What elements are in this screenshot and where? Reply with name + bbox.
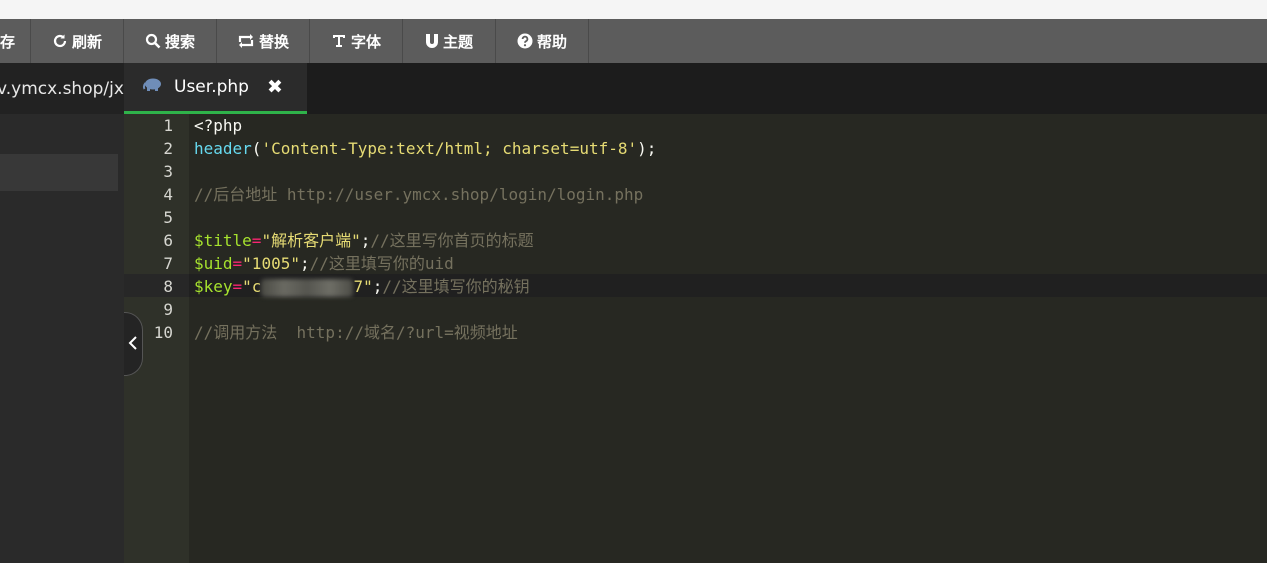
code-line: //调用方法 http://域名/?url=视频地址 [194, 321, 518, 344]
code-line: //后台地址 http://user.ymcx.shop/login/login… [194, 183, 643, 206]
font-icon [331, 33, 347, 49]
close-tab-icon[interactable]: ✖ [267, 76, 283, 98]
refresh-button[interactable]: 刷新 [31, 19, 124, 63]
line-number: 8 [163, 277, 173, 296]
theme-label: 主题 [442, 32, 473, 51]
code-token: ; [299, 254, 310, 273]
help-icon [517, 33, 533, 49]
replace-label: 替换 [258, 32, 289, 51]
code-token: "1005" [242, 254, 300, 273]
code-line: $title="解析客户端";//这里写你首页的标题 [194, 229, 534, 252]
file-sidebar [0, 114, 124, 563]
font-button[interactable]: 字体 [310, 19, 403, 63]
redacted-secret [261, 278, 354, 297]
line-number: 1 [163, 116, 173, 135]
line-number: 5 [163, 208, 173, 227]
code-line: $uid="1005";//这里填写你的uid [194, 252, 454, 275]
save-label: 存 [0, 32, 16, 51]
help-label: 帮助 [536, 32, 567, 51]
code-token: "c [242, 277, 262, 296]
tab-user-php[interactable]: User.php ✖ [124, 63, 307, 114]
code-token: 7" [353, 277, 373, 296]
help-button[interactable]: 帮助 [496, 19, 589, 63]
file-tab-bar: v.ymcx.shop/jx User.php ✖ [0, 63, 1267, 114]
code-token: //后台地址 http://user.ymcx.shop/login/login… [194, 185, 644, 204]
code-token: = [232, 277, 243, 296]
code-token: $key [194, 277, 233, 296]
collapse-sidebar-handle[interactable] [124, 312, 143, 376]
save-button[interactable]: 存 [0, 19, 31, 63]
refresh-label: 刷新 [71, 32, 102, 51]
tab-site-url[interactable]: v.ymcx.shop/jx [0, 63, 124, 114]
code-token: = [232, 254, 243, 273]
code-line: header('Content-Type:text/html; charset=… [194, 137, 656, 160]
line-number: 7 [163, 254, 173, 273]
code-token: $title [194, 231, 252, 250]
code-token: <?php [194, 116, 243, 135]
code-token: ; [372, 277, 383, 296]
refresh-icon [52, 33, 68, 49]
replace-icon [237, 33, 255, 49]
chevron-left-icon [128, 335, 138, 354]
tab-site-url-label: v.ymcx.shop/jx [0, 78, 124, 99]
code-line: <?php [194, 114, 242, 137]
line-number: 9 [163, 300, 173, 319]
code-line: $key="c 7";//这里填写你的秘钥 [194, 275, 530, 298]
code-token: header [194, 139, 252, 158]
code-token: "解析客户端" [261, 231, 361, 250]
theme-icon [425, 33, 439, 49]
font-label: 字体 [350, 32, 381, 51]
search-icon [145, 33, 161, 49]
window-top-strip [0, 0, 1267, 19]
code-token: ( [251, 139, 262, 158]
replace-button[interactable]: 替换 [217, 19, 310, 63]
code-token: //这里填写你的秘钥 [382, 277, 530, 296]
line-number: 4 [163, 185, 173, 204]
tab-user-php-label: User.php [174, 77, 249, 97]
sidebar-selected-item[interactable] [0, 154, 118, 191]
code-token: ); [637, 139, 657, 158]
code-token: //调用方法 http://域名/?url=视频地址 [194, 323, 518, 342]
code-token: $uid [194, 254, 233, 273]
code-token: 'Content-Type:text/html; charset=utf-8' [261, 139, 638, 158]
code-token: = [251, 231, 262, 250]
search-button[interactable]: 搜索 [124, 19, 217, 63]
code-token: //这里填写你的uid [309, 254, 454, 273]
line-number: 2 [163, 139, 173, 158]
code-editor[interactable]: <?php header('Content-Type:text/html; cha… [189, 114, 1267, 563]
theme-button[interactable]: 主题 [403, 19, 496, 63]
code-token: //这里写你首页的标题 [370, 231, 534, 250]
line-number: 6 [163, 231, 173, 250]
line-number: 3 [163, 162, 173, 181]
editor-toolbar: 存 刷新 搜索 替换 字体 主题 帮助 [0, 19, 1267, 63]
search-label: 搜索 [164, 32, 195, 51]
code-token: ; [360, 231, 371, 250]
php-elephant-icon [142, 77, 164, 98]
